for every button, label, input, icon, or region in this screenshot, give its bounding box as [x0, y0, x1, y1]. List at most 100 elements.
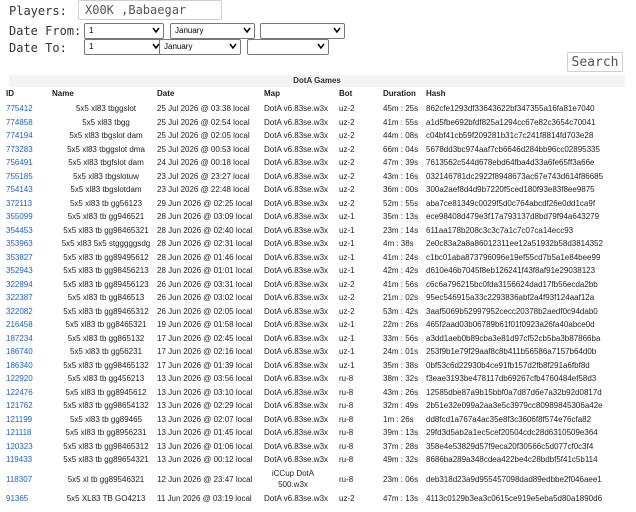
header-id[interactable]: ID — [6, 89, 14, 98]
game-hash: c1bc01aba873796096e19ef55cd7b5a1e84bee99 — [426, 252, 601, 262]
game-duration: 22m : 26s — [383, 320, 419, 329]
game-id-link[interactable]: 755185 — [6, 172, 33, 181]
game-id-link[interactable]: 774194 — [6, 131, 33, 140]
game-hash: 95ec546915a33c2293836abf2a4f93f124aaf12a — [426, 293, 595, 302]
game-id-link[interactable]: 322894 — [6, 280, 33, 289]
game-name: 5x5 xl83 tbgslotdam — [70, 185, 142, 194]
game-map: DotA v6.83se.w3x — [264, 360, 329, 370]
game-id-link[interactable]: 775412 — [6, 104, 33, 113]
table-row: 773283 5x5 xl83 tbggslot dma 25 Jul 2026 @… — [0, 143, 636, 157]
game-date: 23 Jul 2026 @ 23:27 local — [157, 171, 250, 181]
game-hash: dd8fcd1a767a4ac35e8f3c3606f8f574e76cfa82 — [426, 414, 592, 424]
from-day-value: 1 — [89, 26, 94, 35]
game-id-link[interactable]: 756491 — [6, 158, 33, 167]
game-map: DotA v6.83se.w3x — [264, 104, 329, 113]
game-duration: 37m : 28s — [383, 441, 419, 451]
game-duration: 53m : 42s — [383, 306, 419, 316]
game-id-link[interactable]: 121199 — [6, 415, 32, 424]
game-date: 28 Jun 2026 @ 01:01 local — [157, 266, 253, 275]
header-bot[interactable]: Bot — [339, 89, 352, 98]
date-from-label: Date From: — [9, 24, 82, 38]
game-bot: uz-2 — [339, 117, 355, 127]
game-duration: 49m : 32s — [383, 455, 419, 464]
header-map[interactable]: Map — [264, 89, 280, 98]
game-map: iCCup DotA 500.w3x — [271, 468, 315, 489]
game-map: DotA v6.83se.w3x — [264, 414, 329, 424]
from-day-select[interactable]: 1 — [84, 23, 164, 39]
table-row: 354453 5x5 xl83 tb gg98465321 28 Jun 2026 … — [0, 224, 636, 238]
game-id-link[interactable]: 186740 — [6, 347, 33, 356]
game-hash: aba7ce81349c0029f5d0c764abcdf26e0dd1ca9f — [426, 198, 596, 208]
game-id-link[interactable]: 773283 — [6, 145, 33, 154]
header-name[interactable]: Name — [52, 89, 74, 98]
game-hash: 12585dbe87a9b15bbf0a7d87d6e7a32b92d0817d — [426, 387, 602, 397]
game-id-link[interactable]: 216458 — [6, 320, 33, 329]
game-id-link[interactable]: 372113 — [6, 199, 32, 208]
game-hash: c04bf41cb59f209281b31c7c241f8814fd703e28 — [426, 131, 594, 140]
game-id-link[interactable]: 353963 — [6, 239, 33, 248]
game-duration: 66m : 04s — [383, 144, 419, 154]
game-bot: uz-2 — [339, 198, 355, 208]
game-hash: 611aa178b208c3c3c7a1c7c07ca14ecc93 — [426, 225, 574, 235]
game-name: 5x5 xl83 tbgslotuw — [73, 171, 139, 181]
game-id-link[interactable]: 121762 — [6, 401, 33, 410]
to-year-select[interactable] — [247, 39, 329, 55]
game-duration: 1m : 26s — [383, 414, 414, 424]
game-id-link[interactable]: 120323 — [6, 442, 33, 451]
from-year-select[interactable] — [260, 23, 345, 39]
game-date: 13 Jun 2026 @ 02:29 local — [157, 401, 253, 410]
game-id-link[interactable]: 118307 — [6, 475, 32, 484]
game-date: 25 Jul 2026 @ 03:38 local — [157, 104, 250, 113]
game-hash: deb318d23a9d955457098dad89edbbe2f046aee1 — [426, 474, 602, 484]
game-id-link[interactable]: 187234 — [6, 334, 33, 343]
table-row: 775412 5x5 xl83 tbggslot 25 Jul 2026 @ 03:… — [0, 102, 636, 116]
header-date[interactable]: Date — [157, 89, 174, 98]
table-row: 774194 5x5 xl83 tbgslot dam 25 Jul 2026 @ … — [0, 129, 636, 143]
game-duration: 47m : 39s — [383, 158, 419, 167]
game-id-link[interactable]: 119433 — [6, 455, 32, 464]
game-id-link[interactable]: 322082 — [6, 307, 33, 316]
header-hash[interactable]: Hash — [426, 89, 446, 98]
game-name: 5x5 xl83 tb gg8945612 — [65, 387, 147, 397]
header-duration[interactable]: Duration — [383, 89, 416, 98]
game-id-link[interactable]: 91365 — [6, 494, 28, 503]
game-id-link[interactable]: 354453 — [6, 226, 33, 235]
game-bot: uz-1 — [339, 320, 355, 329]
game-hash: 7613562c544d678ebd64fba4d33a6fe65ff3a66e — [426, 158, 595, 167]
game-map: DotA v6.83se.w3x — [264, 306, 329, 316]
players-value: X00K ,Babaegar — [85, 3, 187, 17]
game-id-link[interactable]: 186340 — [6, 361, 33, 370]
game-id-link[interactable]: 355099 — [6, 212, 33, 221]
table-row: 322894 5x5 xl83 tb gg89456123 26 Jun 2026 … — [0, 278, 636, 292]
game-hash: 2b51e32e099a2aa3e5c3979cc80989845306a42e — [426, 401, 603, 410]
game-id-link[interactable]: 754143 — [6, 185, 33, 194]
to-month-select[interactable]: January — [159, 39, 241, 55]
game-id-link[interactable]: 774858 — [6, 118, 33, 127]
chevron-down-icon — [317, 43, 325, 50]
game-name: 5x5 xl83 tb gg89654321 — [63, 455, 149, 464]
game-name: 5x5 xl83 tb gg865132 — [67, 333, 145, 343]
game-name: 5x5 xl83 5x5 stgggggsdg — [61, 239, 151, 248]
game-duration: 41m : 55s — [383, 117, 419, 127]
table-caption: DotA Games — [9, 75, 625, 87]
to-day-select[interactable]: 1 — [84, 39, 164, 55]
game-bot: uz-1 — [339, 252, 355, 262]
game-id-link[interactable]: 122920 — [6, 374, 33, 383]
game-duration: 41m : 24s — [383, 252, 419, 262]
game-name: 5x5 xl83 tb gg98465312 — [63, 441, 149, 451]
table-row: 118307 5x5 xl tb gg89546321 12 Jun 2026 @ … — [0, 467, 636, 492]
game-id-link[interactable]: 121118 — [6, 428, 32, 437]
game-name: 5x5 xl83 tb gg98465321 — [63, 225, 149, 235]
game-id-link[interactable]: 353827 — [6, 253, 33, 262]
table-header-row: ID Name Date Map Bot Duration Hash — [0, 89, 636, 101]
table-row: 120323 5x5 xl83 tb gg98465312 13 Jun 2026 … — [0, 440, 636, 454]
game-id-link[interactable]: 322387 — [6, 293, 33, 302]
from-month-select[interactable]: January — [170, 23, 255, 39]
game-hash: 2e0c83a2a8a86012311ee12a51932b58d3814352 — [426, 239, 603, 248]
game-bot: ru-8 — [339, 474, 354, 484]
table-row: 755185 5x5 xl83 tbgslotuw 23 Jul 2026 @ 23… — [0, 170, 636, 184]
players-input[interactable]: X00K ,Babaegar — [78, 0, 222, 20]
game-id-link[interactable]: 122476 — [6, 388, 33, 397]
game-id-link[interactable]: 352943 — [6, 266, 33, 275]
search-button[interactable]: Search — [567, 52, 623, 72]
